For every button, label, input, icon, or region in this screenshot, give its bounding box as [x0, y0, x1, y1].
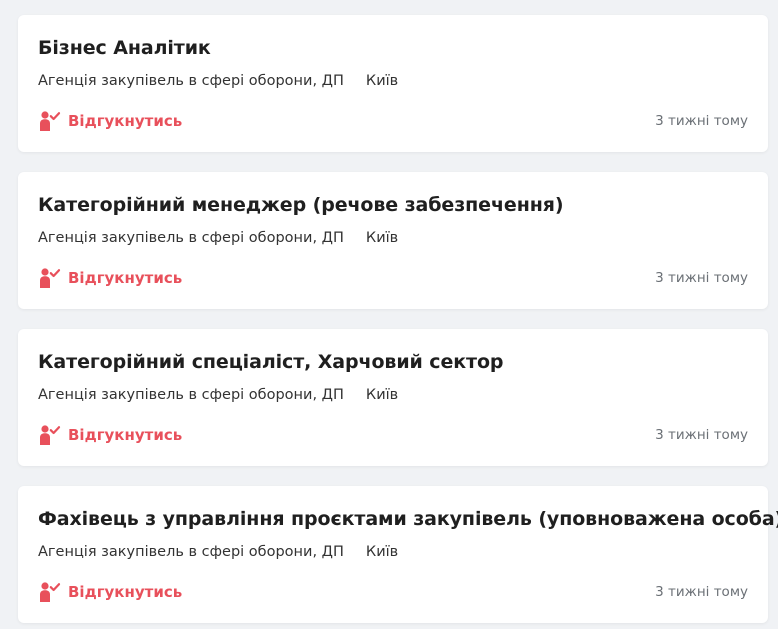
apply-label: Відгукнутись [68, 426, 183, 444]
city: Київ [365, 544, 399, 560]
person-check-icon [38, 581, 61, 603]
vacancy-title[interactable]: Категорійний менеджер (речове забезпечен… [38, 194, 564, 216]
vacancy-card[interactable]: Категорійний спеціаліст, Харчовий сектор… [18, 329, 768, 466]
vacancy-meta: Агенція закупівель в сфері оборони, ДП Ки… [38, 387, 398, 403]
person-check-icon [38, 110, 61, 132]
vacancy-title[interactable]: Фахівець з управління проєктами закупіве… [38, 508, 778, 530]
vacancy-list: Бізнес Аналітик Агенція закупівель в сфе… [0, 0, 778, 629]
apply-label: Відгукнутись [68, 112, 183, 130]
apply-button[interactable]: Відгукнутись [38, 110, 182, 132]
apply-label: Відгукнутись [68, 583, 183, 601]
vacancy-card[interactable]: Бізнес Аналітик Агенція закупівель в сфе… [18, 15, 768, 152]
company-name: Агенція закупівель в сфері оборони, ДП [38, 387, 344, 403]
company-name: Агенція закупівель в сфері оборони, ДП [38, 544, 344, 560]
vacancy-meta: Агенція закупівель в сфері оборони, ДП Ки… [38, 544, 398, 560]
posted-time: 3 тижні тому [655, 270, 748, 286]
vacancy-meta: Агенція закупівель в сфері оборони, ДП Ки… [38, 73, 398, 89]
posted-time: 3 тижні тому [655, 113, 748, 129]
person-check-icon [38, 267, 61, 289]
city: Київ [365, 230, 399, 246]
vacancy-card[interactable]: Фахівець з управління проєктами закупіве… [18, 486, 778, 623]
vacancy-title[interactable]: Категорійний спеціаліст, Харчовий сектор [38, 351, 504, 373]
person-check-icon [38, 424, 61, 446]
apply-button[interactable]: Відгукнутись [38, 424, 182, 446]
posted-time: 3 тижні тому [655, 584, 748, 600]
vacancy-title[interactable]: Бізнес Аналітик [38, 37, 211, 59]
apply-button[interactable]: Відгукнутись [38, 581, 182, 603]
city: Київ [365, 387, 399, 403]
apply-button[interactable]: Відгукнутись [38, 267, 182, 289]
company-name: Агенція закупівель в сфері оборони, ДП [38, 230, 344, 246]
apply-label: Відгукнутись [68, 269, 183, 287]
vacancy-meta: Агенція закупівель в сфері оборони, ДП Ки… [38, 230, 398, 246]
vacancy-card[interactable]: Категорійний менеджер (речове забезпечен… [18, 172, 768, 309]
posted-time: 3 тижні тому [655, 427, 748, 443]
company-name: Агенція закупівель в сфері оборони, ДП [38, 73, 344, 89]
city: Київ [365, 73, 399, 89]
